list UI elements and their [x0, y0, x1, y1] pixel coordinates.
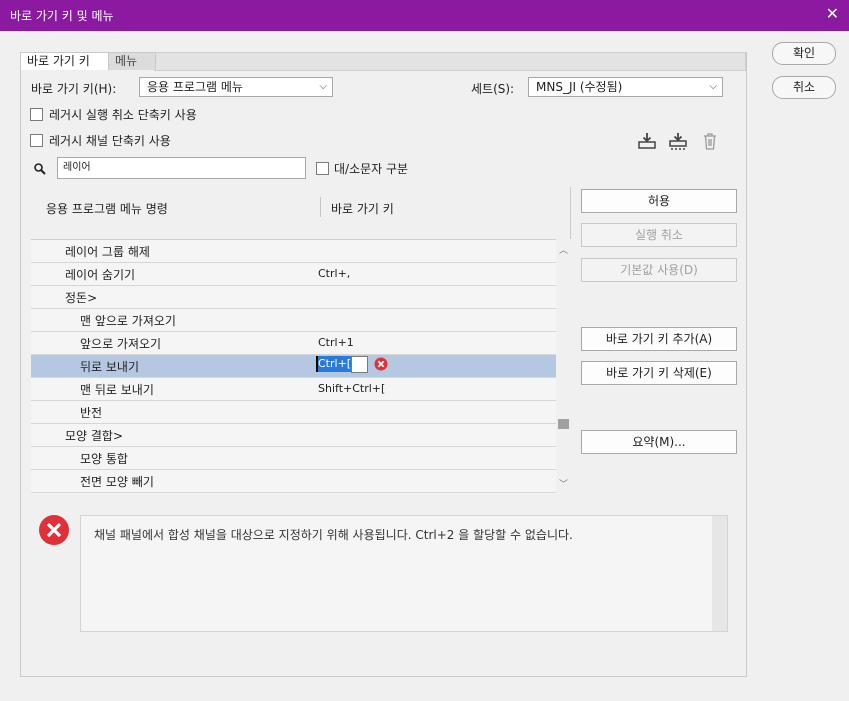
table-row[interactable]: 반전: [31, 401, 556, 424]
row-command: 레이어 숨기기: [65, 268, 136, 282]
magnifier-icon: [34, 163, 46, 175]
tab-menus[interactable]: 메뉴: [108, 52, 156, 70]
summarize-button[interactable]: 요약(M)...: [581, 430, 737, 454]
legacy-channel-checkbox[interactable]: [30, 134, 43, 147]
ok-button[interactable]: 확인: [772, 42, 836, 65]
shortcut-edit-value: Ctrl+[: [316, 356, 354, 372]
undo-button[interactable]: 실행 취소: [581, 223, 737, 247]
message-box: 채널 패널에서 합성 채널을 대상으로 지정하기 위해 사용됩니다. Ctrl+…: [80, 515, 728, 632]
row-command: 반전: [80, 406, 103, 420]
chevron-down-icon: ⌵: [709, 81, 717, 92]
row-command: 정돈>: [65, 291, 98, 305]
use-default-button[interactable]: 기본값 사용(D): [581, 258, 737, 282]
table-row[interactable]: 맨 뒤로 보내기 Shift+Ctrl+[: [31, 378, 556, 401]
trash-icon[interactable]: [702, 133, 718, 151]
window-title: 바로 가기 키 및 메뉴: [10, 9, 114, 23]
row-command: 맨 앞으로 가져오기: [80, 314, 176, 328]
chevron-down-icon: ⌵: [319, 81, 327, 92]
row-shortcut: Ctrl+1: [318, 336, 354, 349]
row-command: 앞으로 가져오기: [80, 337, 162, 351]
legacy-undo-label: 레거시 실행 취소 단축키 사용: [49, 108, 197, 122]
shortcut-edit-field[interactable]: Ctrl+[: [316, 355, 368, 374]
shortcut-edit-box[interactable]: [351, 356, 368, 373]
table-row[interactable]: 정돈>: [31, 286, 556, 309]
row-command: 전면 모양 빼기: [80, 475, 154, 489]
list-scrollbar[interactable]: ︿ ﹀: [556, 239, 571, 493]
accept-button[interactable]: 허용: [581, 189, 737, 213]
row-command: 레이어 그룹 해제: [65, 245, 150, 259]
table-row[interactable]: 모양 통합: [31, 447, 556, 470]
save-set-as-icon[interactable]: [669, 132, 689, 152]
delete-shortcut-button[interactable]: 바로 가기 키 삭제(E): [581, 361, 737, 385]
shortcuts-for-value: 응용 프로그램 메뉴: [147, 80, 243, 94]
scroll-up-icon[interactable]: ︿: [559, 243, 568, 256]
title-bar: 바로 가기 키 및 메뉴 ✕: [0, 0, 849, 31]
row-command: 모양 통합: [80, 452, 128, 466]
message-text: 채널 패널에서 합성 채널을 대상으로 지정하기 위해 사용됩니다. Ctrl+…: [94, 528, 573, 542]
table-row[interactable]: 앞으로 가져오기 Ctrl+1: [31, 332, 556, 355]
table-row-selected[interactable]: 뒤로 보내기: [31, 355, 556, 378]
error-icon: [374, 357, 388, 371]
row-shortcut: Shift+Ctrl+[: [318, 382, 386, 395]
search-input[interactable]: 레이어: [57, 157, 306, 179]
legacy-channel-label: 레거시 채널 단축키 사용: [49, 134, 171, 148]
row-command: 맨 뒤로 보내기: [80, 383, 154, 397]
scroll-thumb[interactable]: [558, 419, 569, 429]
command-list: 레이어 그룹 해제 레이어 숨기기 Ctrl+, 정돈> 맨 앞으로 가져오기 …: [31, 239, 556, 494]
error-icon: [39, 515, 69, 545]
legacy-undo-checkbox[interactable]: [30, 108, 43, 121]
add-shortcut-button[interactable]: 바로 가기 키 추가(A): [581, 327, 737, 351]
column-header-shortcut[interactable]: 바로 가기 키: [331, 200, 394, 217]
table-row[interactable]: 모양 결합>: [31, 424, 556, 447]
tab-shortcuts[interactable]: 바로 가기 키: [20, 52, 114, 70]
case-sensitive-checkbox[interactable]: [316, 162, 329, 175]
row-command: 뒤로 보내기: [80, 360, 140, 374]
table-row[interactable]: 전면 모양 빼기: [31, 470, 556, 493]
table-row[interactable]: 레이어 그룹 해제: [31, 240, 556, 263]
set-label: 세트(S):: [471, 82, 515, 96]
shortcuts-for-select[interactable]: 응용 프로그램 메뉴 ⌵: [139, 77, 333, 97]
tab-strip: [154, 52, 746, 71]
set-value: MNS_JI (수정됨): [536, 80, 623, 94]
case-sensitive-label: 대/소문자 구분: [334, 162, 409, 176]
shortcuts-for-label: 바로 가기 키(H):: [31, 82, 117, 96]
row-command: 모양 결합>: [65, 429, 124, 443]
table-row[interactable]: 레이어 숨기기 Ctrl+,: [31, 263, 556, 286]
message-scrollbar[interactable]: [712, 516, 727, 631]
close-icon[interactable]: ✕: [826, 5, 839, 23]
column-header-command[interactable]: 응용 프로그램 메뉴 명령: [46, 200, 168, 217]
save-set-icon[interactable]: [638, 132, 656, 150]
scroll-down-icon[interactable]: ﹀: [559, 477, 568, 490]
set-select[interactable]: MNS_JI (수정됨) ⌵: [528, 77, 723, 97]
cancel-button[interactable]: 취소: [772, 76, 836, 99]
column-divider: [320, 197, 321, 217]
table-row[interactable]: 맨 앞으로 가져오기: [31, 309, 556, 332]
row-shortcut: Ctrl+,: [318, 267, 351, 280]
